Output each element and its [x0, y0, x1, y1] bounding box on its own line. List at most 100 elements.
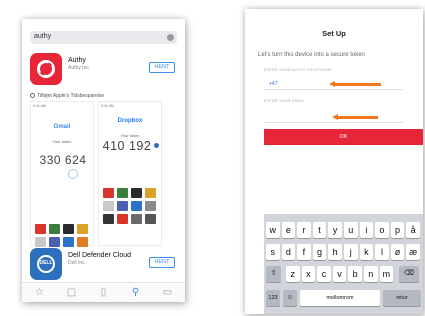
clock-icon [30, 93, 35, 99]
key-l[interactable]: l [375, 244, 389, 260]
key-x[interactable]: x [301, 266, 316, 282]
key-z[interactable]: z [286, 266, 300, 282]
account-tile [103, 214, 114, 224]
backspace-icon[interactable]: ⌫ [399, 266, 419, 282]
account-tile [77, 224, 88, 234]
key-å[interactable]: å [406, 222, 420, 238]
account-tile [117, 201, 128, 211]
screenshot-pair: authy Authy Authy Inc. HENT Tilføjet App… [0, 0, 425, 316]
key-e[interactable]: e [281, 222, 296, 238]
authy-app-name: Authy [68, 57, 86, 64]
key-d[interactable]: d [281, 244, 296, 260]
account-tile [35, 224, 46, 234]
account-tile [49, 224, 60, 234]
search-query: authy [34, 33, 52, 40]
dell-app-icon: DELL [30, 248, 62, 280]
arrow-left-icon [332, 114, 378, 120]
account-tile [117, 214, 128, 224]
account-tile [63, 224, 74, 234]
keyboard: w e r t y u i o p å s d f g h j k l ø æ ⇧ z x c v b n m ⌫ 123 ☺ mellomr… [264, 214, 423, 314]
key-u[interactable]: u [344, 222, 358, 238]
keyboard-row: sdfghjkløæ [264, 244, 423, 260]
dell-app-developer: Dell Inc. [68, 260, 87, 266]
dell-get-button[interactable]: HENT [149, 257, 175, 268]
key-o[interactable]: o [375, 222, 389, 238]
key-g[interactable]: g [312, 244, 327, 260]
return-key[interactable]: retur [383, 290, 421, 306]
top-charts-icon[interactable]: ▢ [66, 287, 77, 298]
numbers-key[interactable]: 123 [266, 290, 280, 306]
keyboard-row: wertyuiopå [264, 222, 423, 238]
featured-icon[interactable]: ☆ [34, 287, 45, 298]
ok-button[interactable]: OK [264, 129, 423, 145]
email-input[interactable] [264, 122, 403, 123]
dell-app-name: Dell Defender Cloud [68, 252, 132, 259]
tested-note: Tilføjet Apple's Tidsbesparelse [30, 93, 104, 99]
key-n[interactable]: n [364, 266, 378, 282]
account-tiles [35, 224, 88, 247]
search-field[interactable]: authy [30, 31, 177, 44]
key-p[interactable]: p [390, 222, 405, 238]
key-k[interactable]: k [359, 244, 374, 260]
key-j[interactable]: j [344, 244, 358, 260]
email-field-label: ENTER YOUR EMAIL [264, 99, 305, 103]
info-icon [154, 143, 159, 148]
account-tile [103, 201, 114, 211]
account-tile [49, 237, 60, 247]
account-tile [131, 201, 142, 211]
app-screenshot-gmail[interactable]: 9:41 AM Gmail Your token 330 624 [30, 101, 94, 247]
space-bar[interactable]: mellomrom [300, 290, 380, 306]
key-m[interactable]: m [379, 266, 394, 282]
key-æ[interactable]: æ [406, 244, 420, 260]
authy-app-row[interactable]: Authy Authy Inc. HENT [30, 53, 177, 87]
phone-field-label: ENTER YOUR AUTHY CELLPHONE [264, 68, 332, 72]
clear-search-icon[interactable] [167, 34, 174, 41]
token-label: Your token [120, 133, 140, 138]
authy-get-button[interactable]: HENT [149, 62, 175, 73]
key-w[interactable]: w [266, 222, 280, 238]
account-tile [63, 237, 74, 247]
keyboard-row: ⇧ z x c v b n m ⌫ [264, 266, 423, 282]
key-y[interactable]: y [328, 222, 342, 238]
country-code[interactable]: +47 [269, 81, 277, 87]
gmail-logo: Gmail [53, 124, 71, 130]
account-tile [103, 188, 114, 198]
page-title: Set Up [322, 29, 346, 38]
phone-input[interactable] [264, 89, 403, 90]
account-tile [131, 214, 142, 224]
shift-icon[interactable]: ⇧ [266, 266, 281, 282]
dell-app-row[interactable]: DELL Dell Defender Cloud Dell Inc. HENT [30, 248, 177, 282]
key-i[interactable]: i [359, 222, 374, 238]
updates-icon[interactable]: ▭ [162, 287, 173, 298]
dell-logo-text: DELL [39, 260, 53, 266]
arrow-left-icon [329, 81, 381, 87]
authy-app-icon [30, 53, 62, 85]
key-v[interactable]: v [332, 266, 347, 282]
search-icon[interactable]: ⚲ [130, 287, 141, 298]
app-screenshot-dropbox[interactable]: 9:41 AM Dropbox Your token 410 192 [98, 101, 162, 246]
tab-bar: ☆ ▢ ▯ ⚲ ▭ [22, 282, 185, 302]
account-tile [131, 188, 142, 198]
account-tile [77, 237, 88, 247]
key-s[interactable]: s [266, 244, 280, 260]
categories-icon[interactable]: ▯ [98, 287, 109, 298]
intro-text: Let's turn this device into a secure tok… [258, 52, 365, 58]
key-ø[interactable]: ø [390, 244, 405, 260]
key-t[interactable]: t [312, 222, 327, 238]
token-label: Your token [52, 139, 72, 144]
account-tile [145, 201, 156, 211]
account-tiles [103, 188, 156, 224]
key-b[interactable]: b [348, 266, 362, 282]
key-c[interactable]: c [317, 266, 331, 282]
app-store-screen: authy Authy Authy Inc. HENT Tilføjet App… [22, 19, 185, 302]
key-r[interactable]: r [297, 222, 311, 238]
timer-icon [68, 169, 78, 179]
mini-status-bar: 9:41 AM [101, 104, 114, 108]
authy-setup-screen: Set Up Let's turn this device into a sec… [245, 9, 423, 314]
authy-app-developer: Authy Inc. [68, 65, 91, 71]
key-f[interactable]: f [297, 244, 311, 260]
dropbox-logo: Dropbox [117, 118, 143, 124]
account-tile [145, 188, 156, 198]
key-h[interactable]: h [328, 244, 342, 260]
emoji-icon[interactable]: ☺ [283, 290, 297, 306]
